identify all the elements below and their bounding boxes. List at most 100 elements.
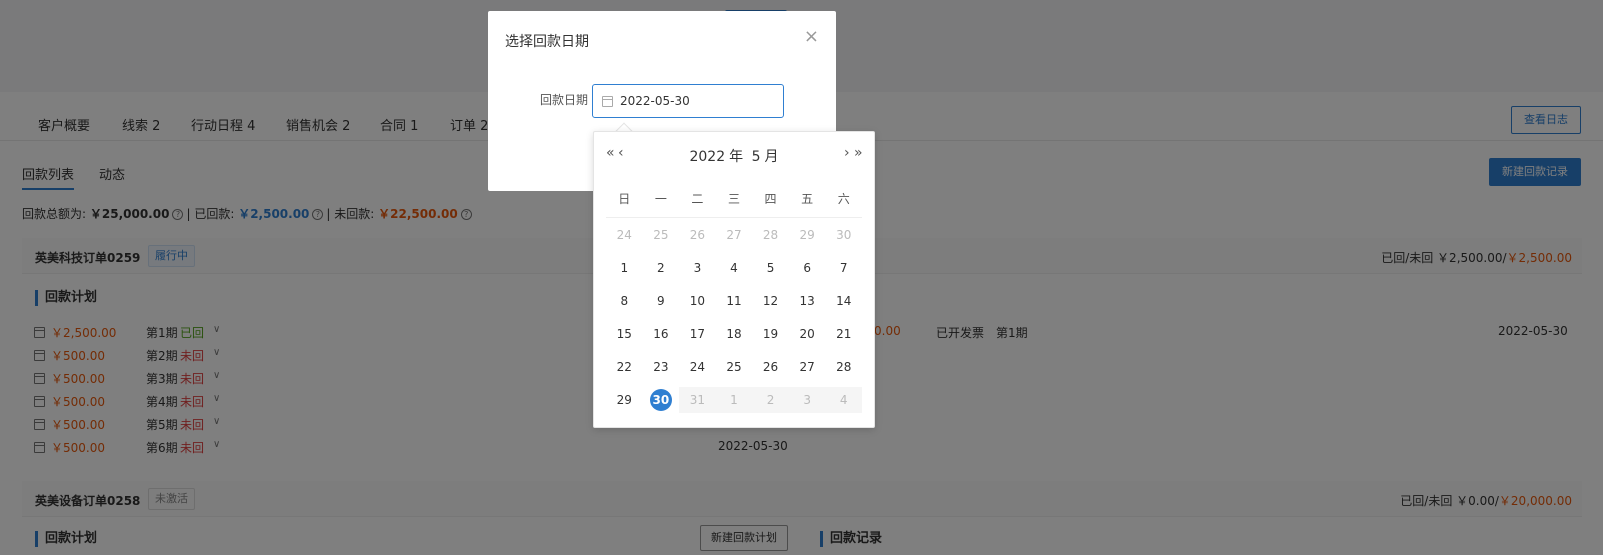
day-cell[interactable]: 1	[606, 251, 643, 284]
day-number: 27	[799, 359, 815, 374]
day-cell: 31	[679, 386, 716, 413]
day-number: 22	[616, 359, 632, 374]
day-number: 16	[653, 326, 669, 341]
day-cell[interactable]: 12	[752, 284, 789, 317]
picker-year[interactable]: 2022	[689, 149, 725, 165]
weekday-label: 六	[837, 192, 850, 206]
day-number: 28	[762, 227, 779, 242]
day-number: 12	[762, 293, 779, 308]
day-grid: 24 25 26 27 28 29 30 1 2 3 4 5 6 7 8 9 10 11 12 13 14 15 16 17 1…	[606, 218, 862, 416]
day-cell[interactable]: 25	[716, 350, 753, 383]
day-cell[interactable]: 13	[789, 284, 826, 317]
day-number: 23	[653, 359, 669, 374]
day-number: 13	[799, 293, 815, 308]
weekday-label: 二	[691, 192, 704, 206]
day-number: 3	[803, 392, 811, 407]
payment-date-label: 回款日期	[540, 93, 589, 107]
day-cell[interactable]: 11	[716, 284, 753, 317]
day-cell[interactable]: 6	[789, 251, 826, 284]
day-number: 31	[689, 392, 706, 407]
day-number: 17	[689, 326, 706, 341]
day-number: 7	[839, 260, 848, 275]
day-number: 8	[620, 293, 629, 308]
day-number: 25	[726, 359, 742, 374]
day-cell[interactable]: 29	[606, 383, 643, 416]
day-number: 20	[799, 326, 815, 341]
picker-header: 2022 年 5月	[594, 146, 874, 166]
day-number: 30	[836, 227, 852, 242]
weekday-label: 一	[654, 192, 667, 206]
day-cell[interactable]: 21	[825, 317, 862, 350]
day-cell[interactable]: 30	[825, 218, 862, 251]
day-cell[interactable]: 28	[825, 350, 862, 383]
day-cell[interactable]: 3	[679, 251, 716, 284]
day-cell[interactable]: 27	[716, 218, 753, 251]
day-cell[interactable]: 26	[679, 218, 716, 251]
day-cell: 2	[752, 386, 789, 413]
payment-date-input[interactable]	[592, 84, 784, 118]
weekday-label: 日	[618, 192, 631, 206]
day-cell[interactable]: 4	[716, 251, 753, 284]
day-number: 29	[616, 392, 632, 407]
next-month-icon[interactable]: ›	[844, 145, 850, 161]
day-cell[interactable]: 29	[789, 218, 826, 251]
weekday-header: 日 一 二 三 四 五 六	[606, 188, 862, 218]
weekday-label: 四	[764, 192, 777, 206]
day-number: 3	[693, 260, 702, 275]
day-number: 25	[653, 227, 669, 242]
weekday-label: 五	[801, 192, 814, 206]
day-number: 4	[730, 260, 738, 275]
day-number: 27	[726, 227, 742, 242]
day-cell[interactable]: 25	[643, 218, 680, 251]
day-cell[interactable]: 20	[789, 317, 826, 350]
day-cell[interactable]: 9	[643, 284, 680, 317]
day-cell[interactable]: 26	[752, 350, 789, 383]
day-number: 14	[836, 293, 852, 308]
day-number: 19	[762, 326, 779, 341]
day-cell[interactable]: 2	[643, 251, 680, 284]
day-number: 24	[689, 359, 706, 374]
day-cell[interactable]: 23	[643, 350, 680, 383]
day-cell[interactable]: 24	[606, 218, 643, 251]
day-number: 6	[803, 260, 811, 275]
day-number: 9	[657, 293, 665, 308]
picker-month-unit: 月	[764, 149, 779, 165]
day-number: 5	[766, 260, 775, 275]
day-cell: 4	[825, 386, 862, 413]
day-number: 18	[726, 326, 742, 341]
calendar-icon	[602, 96, 613, 107]
day-cell[interactable]: 14	[825, 284, 862, 317]
day-cell[interactable]: 7	[825, 251, 862, 284]
day-number: 21	[836, 326, 852, 341]
day-cell[interactable]: 18	[716, 317, 753, 350]
day-number: 29	[799, 227, 815, 242]
day-number: 1	[620, 260, 629, 275]
next-year-icon[interactable]: »	[854, 145, 863, 161]
day-cell[interactable]: 24	[679, 350, 716, 383]
day-cell[interactable]: 10	[679, 284, 716, 317]
close-icon[interactable]: ×	[804, 27, 819, 47]
date-picker: « ‹ 2022 年 5月 › » 日 一 二 三 四 五 六 24 25 26 27 2…	[593, 131, 875, 428]
day-cell[interactable]: 5	[752, 251, 789, 284]
day-cell[interactable]: 22	[606, 350, 643, 383]
day-cell[interactable]: 15	[606, 317, 643, 350]
selected-day-cell[interactable]: 30	[643, 383, 680, 416]
day-number: 1	[730, 392, 738, 407]
day-number: 10	[689, 293, 706, 308]
day-cell[interactable]: 16	[643, 317, 680, 350]
day-cell[interactable]: 19	[752, 317, 789, 350]
day-cell: 3	[788, 386, 826, 413]
day-cell[interactable]: 27	[789, 350, 826, 383]
day-number: 15	[616, 326, 632, 341]
day-number: 4	[839, 392, 848, 407]
picker-month[interactable]: 5	[752, 149, 761, 165]
day-number: 2	[657, 260, 665, 275]
day-cell[interactable]: 8	[606, 284, 643, 317]
day-number: 28	[836, 359, 852, 374]
day-cell: 1	[715, 386, 753, 413]
day-cell[interactable]: 28	[752, 218, 789, 251]
weekday-label: 三	[727, 192, 740, 206]
day-number: 2	[766, 392, 775, 407]
day-cell[interactable]: 17	[679, 317, 716, 350]
picker-year-unit: 年	[729, 149, 744, 165]
